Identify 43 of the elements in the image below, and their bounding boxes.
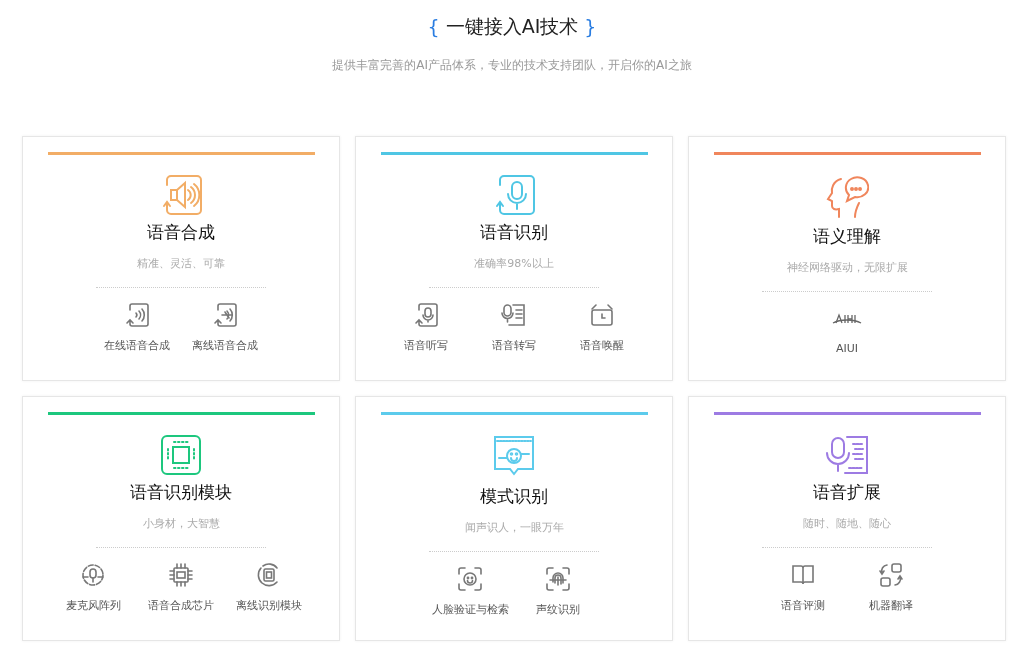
product-link[interactable]: 语音转写 (492, 338, 536, 353)
translate-arrows-icon (878, 562, 904, 588)
microphone-document-icon (825, 435, 869, 475)
card-tagline: 精准、灵活、可靠 (137, 256, 225, 271)
head-speech-bubble-icon (825, 175, 869, 219)
microphone-text-icon (501, 302, 527, 328)
card-tagline: 小身材，大智慧 (142, 516, 220, 531)
card-title[interactable]: 语义理解 (813, 225, 881, 248)
card-title[interactable]: 语音扩展 (813, 481, 881, 504)
section-title: 一键接入AI技术 (445, 14, 579, 39)
product-link[interactable]: 语音听写 (404, 338, 448, 353)
fingerprint-scan-icon (545, 566, 571, 592)
card-tagline: 随时、随地、随心 (803, 516, 891, 531)
brace: } (584, 16, 597, 38)
brace: { (427, 16, 440, 38)
card-title[interactable]: 语音识别模块 (130, 481, 232, 504)
product-link[interactable]: 机器翻译 (869, 598, 913, 613)
card-title[interactable]: 语音合成 (147, 221, 215, 244)
chip-icon (168, 562, 194, 588)
card-tagline: 准确率98%以上 (474, 256, 554, 271)
face-scan-icon (457, 566, 483, 592)
product-link[interactable]: 声纹识别 (536, 602, 580, 617)
product-link[interactable]: AIUI (835, 342, 859, 355)
product-link[interactable]: 语音评测 (781, 598, 825, 613)
product-link[interactable]: 在线语音合成 (104, 338, 170, 353)
wave-logo-icon (832, 312, 862, 326)
product-link[interactable]: 语音唤醒 (580, 338, 624, 353)
product-link[interactable]: 麦克风阵列 (65, 598, 121, 613)
card-tagline: 闻声识人，一眼万年 (464, 520, 564, 535)
product-link[interactable]: 语音合成芯片 (148, 598, 214, 613)
section-subtitle: 提供丰富完善的AI产品体系，专业的技术支持团队，开启你的AI之旅 (332, 57, 692, 74)
card-title[interactable]: 语音识别 (480, 221, 548, 244)
crossed-sound-waves-icon (212, 302, 238, 328)
card-title[interactable]: 模式识别 (480, 485, 548, 508)
target-microphone-icon (80, 562, 106, 588)
product-link[interactable]: 离线语音合成 (192, 338, 258, 353)
sound-waves-icon (124, 302, 150, 328)
microphone-icon (413, 302, 439, 328)
alarm-clock-icon (589, 302, 615, 328)
product-link[interactable]: 人脸验证与检索 (431, 602, 509, 617)
product-link[interactable]: 离线识别模块 (236, 598, 302, 613)
chip-icon (160, 435, 202, 475)
card-tagline: 神经网络驱动，无限扩展 (786, 260, 908, 275)
